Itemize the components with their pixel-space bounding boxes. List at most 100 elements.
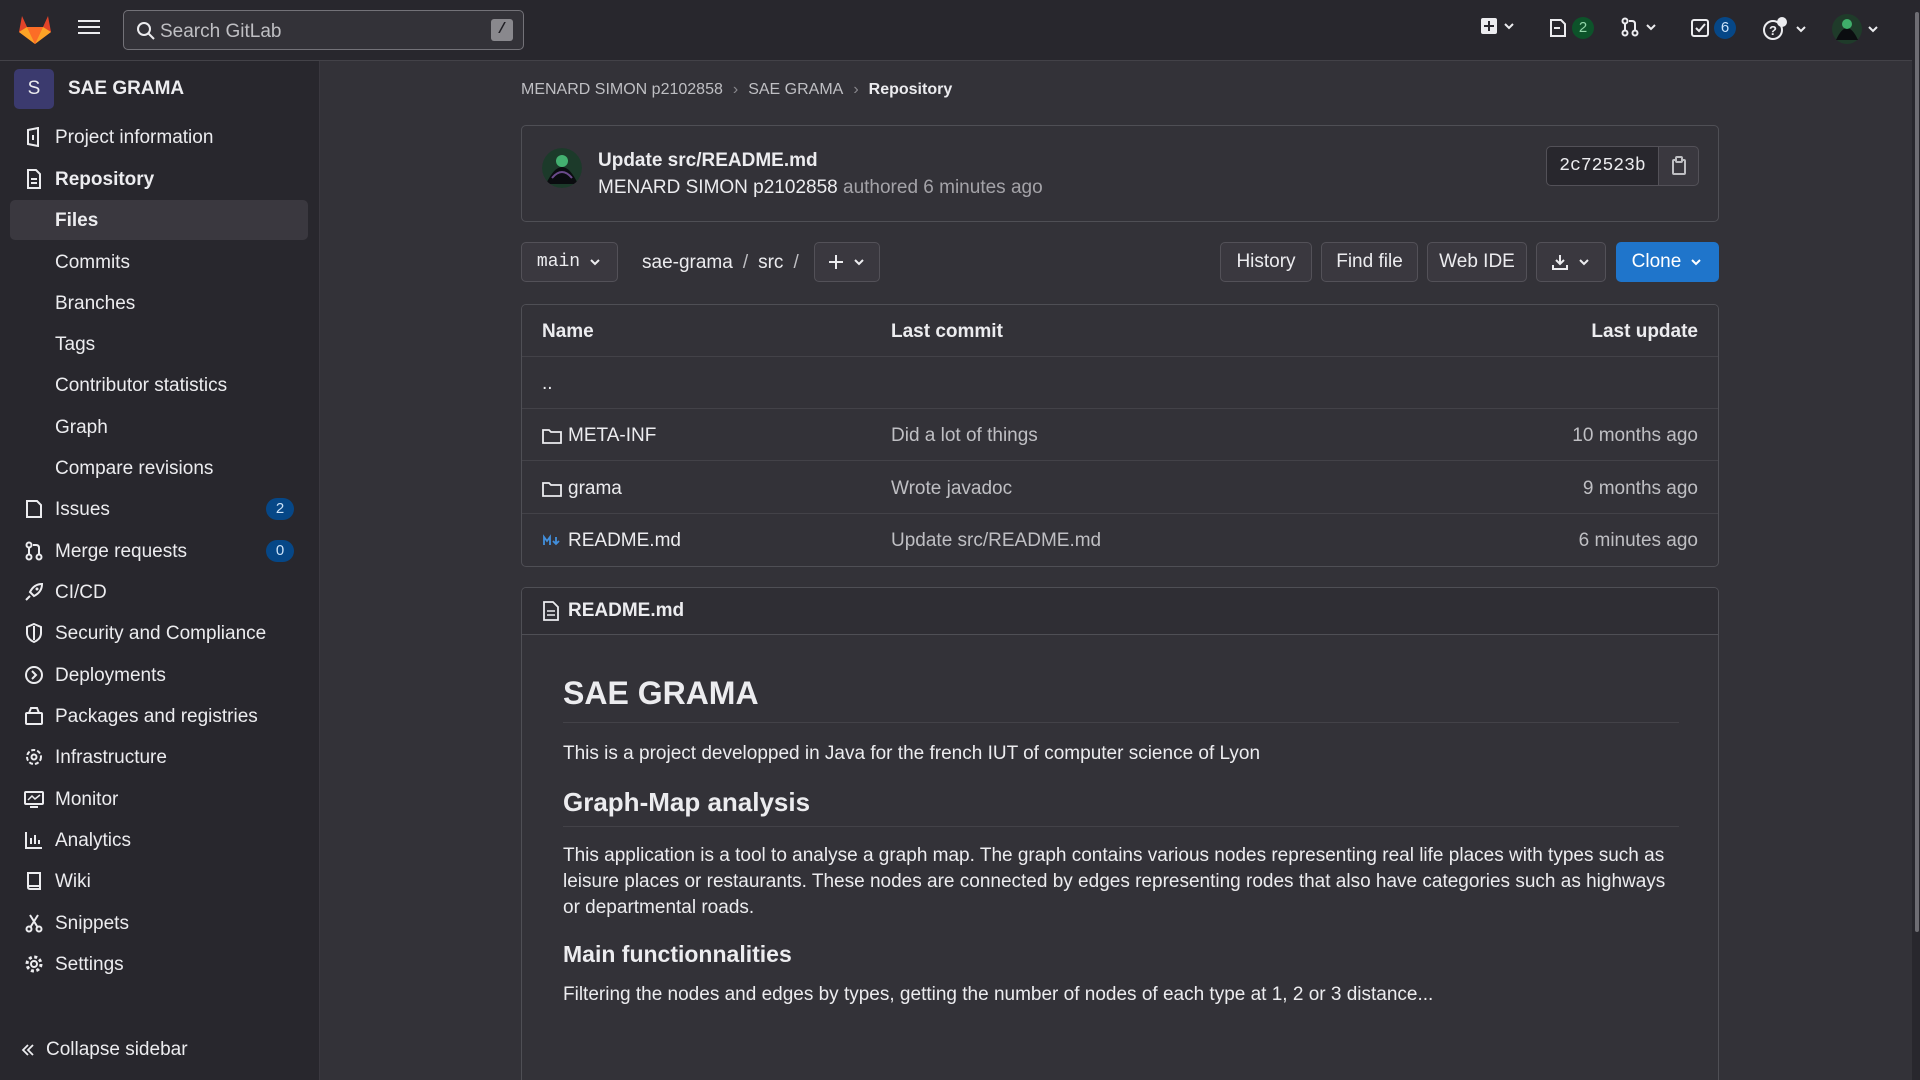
sidebar-item-analytics[interactable]: Analytics — [10, 820, 308, 860]
search-placeholder: Search GitLab — [160, 21, 282, 42]
commit-author-avatar[interactable] — [542, 148, 582, 188]
sidebar-item-tags[interactable]: Tags — [10, 324, 308, 364]
add-to-tree-button[interactable] — [814, 242, 880, 282]
file-name[interactable]: README.md — [568, 530, 681, 552]
commit-sha[interactable]: 2c72523b — [1546, 146, 1659, 186]
menu-icon[interactable] — [78, 17, 100, 37]
table-row[interactable]: README.md Update src/README.md 6 minutes… — [522, 514, 1718, 566]
commit-message-cell[interactable]: Wrote javadoc — [891, 478, 1012, 500]
sidebar-item-graph[interactable]: Graph — [10, 407, 308, 447]
readme-header: README.md — [522, 588, 1718, 635]
double-chevron-left-icon — [20, 1042, 36, 1058]
todos-count-badge: 6 — [1714, 17, 1736, 39]
commit-message-cell[interactable]: Did a lot of things — [891, 425, 1038, 447]
table-row-parent-directory[interactable]: .. — [522, 357, 1718, 409]
find-file-button[interactable]: Find file — [1321, 242, 1418, 282]
issues-count-badge: 2 — [266, 498, 294, 520]
readme-heading-1: SAE GRAMA — [563, 675, 1679, 723]
todos-button[interactable]: 6 — [1690, 17, 1736, 39]
chevron-down-icon — [588, 255, 602, 269]
readme-title[interactable]: README.md — [542, 600, 684, 622]
path-segment-src[interactable]: src — [758, 252, 783, 274]
copy-sha-button[interactable] — [1659, 146, 1699, 186]
book-icon — [24, 871, 44, 891]
sidebar-item-wiki[interactable]: Wiki — [10, 861, 308, 901]
sidebar-project-header[interactable]: S SAE GRAMA — [14, 69, 184, 109]
file-name[interactable]: META-INF — [568, 425, 656, 447]
sidebar-item-issues[interactable]: Issues 2 — [10, 489, 308, 529]
markdown-icon — [542, 532, 562, 550]
collapse-sidebar-button[interactable]: Collapse sidebar — [20, 1039, 188, 1061]
sidebar-item-label: Analytics — [55, 830, 132, 851]
chevron-down-icon — [1644, 20, 1658, 34]
clone-button-label: Clone — [1631, 251, 1682, 272]
last-update-cell: 9 months ago — [1582, 478, 1698, 499]
sidebar-item-settings[interactable]: Settings — [10, 944, 308, 984]
sidebar-item-label: Project information — [55, 127, 214, 148]
breadcrumb-item-current[interactable]: Repository — [869, 81, 953, 99]
sidebar-item-merge-requests[interactable]: Merge requests 0 — [10, 531, 308, 571]
gitlab-logo-icon[interactable] — [18, 13, 52, 45]
chevron-right-icon: › — [732, 81, 739, 98]
page-scrollbar[interactable] — [1912, 0, 1920, 1080]
search-input[interactable]: Search GitLab / — [123, 10, 524, 50]
sidebar-item-compare-revisions[interactable]: Compare revisions — [10, 448, 308, 488]
commit-sha-group: 2c72523b — [1546, 146, 1699, 186]
sidebar-item-repository[interactable]: Repository — [10, 159, 308, 199]
sidebar-item-files[interactable]: Files — [10, 200, 308, 240]
web-ide-button[interactable]: Web IDE — [1427, 242, 1527, 282]
table-header-row: Name Last commit Last update — [522, 305, 1718, 357]
plus-square-icon — [1480, 17, 1498, 35]
sidebar-item-branches[interactable]: Branches — [10, 283, 308, 323]
sidebar-item-packages-and-registries[interactable]: Packages and registries — [10, 696, 308, 736]
scrollbar-thumb[interactable] — [1915, 12, 1919, 932]
table-row[interactable]: grama Wrote javadoc 9 months ago — [522, 462, 1718, 514]
breadcrumb-item-project[interactable]: SAE GRAMA — [748, 81, 843, 99]
file-name-cell[interactable]: README.md — [542, 530, 681, 552]
branch-select[interactable]: main — [521, 242, 618, 282]
merge-request-icon — [24, 541, 44, 561]
sidebar-item-security-and-compliance[interactable]: Security and Compliance — [10, 613, 308, 653]
file-path-breadcrumb: sae-grama / src / — [642, 252, 799, 274]
user-menu-button[interactable] — [1832, 14, 1880, 44]
user-avatar — [1832, 14, 1862, 44]
folder-icon — [542, 480, 562, 498]
sidebar-item-contributor-statistics[interactable]: Contributor statistics — [10, 365, 308, 405]
sidebar-item-snippets[interactable]: Snippets — [10, 903, 308, 943]
sidebar-item-label: Monitor — [55, 789, 119, 810]
chevron-down-icon — [1577, 255, 1591, 269]
create-new-button[interactable] — [1480, 17, 1516, 35]
issues-count-badge: 2 — [1572, 17, 1594, 39]
file-name-cell[interactable]: grama — [542, 478, 622, 500]
parent-directory-link[interactable]: .. — [542, 373, 553, 395]
sidebar-item-commits[interactable]: Commits — [10, 242, 308, 282]
merge-requests-button[interactable] — [1620, 17, 1658, 37]
sidebar-item-label: Graph — [55, 417, 108, 438]
clone-button[interactable]: Clone — [1616, 242, 1719, 282]
file-name-cell[interactable]: META-INF — [542, 425, 656, 447]
commit-author[interactable]: MENARD SIMON p2102858 — [598, 177, 838, 198]
sidebar-item-label: Contributor statistics — [55, 375, 228, 396]
sidebar-item-deployments[interactable]: Deployments — [10, 655, 308, 695]
sidebar-item-project-information[interactable]: Project information — [10, 117, 308, 157]
rocket-icon — [24, 582, 44, 602]
commit-title[interactable]: Update src/README.md — [598, 150, 818, 172]
sidebar-item-label: Security and Compliance — [55, 623, 267, 644]
breadcrumb-item-user[interactable]: MENARD SIMON p2102858 — [521, 81, 723, 99]
path-segment-root[interactable]: sae-grama — [642, 252, 733, 274]
readme-filename: README.md — [568, 600, 685, 621]
issues-button[interactable]: 2 — [1548, 17, 1594, 39]
help-button[interactable]: ? — [1762, 17, 1808, 41]
merge-request-icon — [1620, 17, 1640, 37]
sidebar-item-infrastructure[interactable]: Infrastructure — [10, 737, 308, 777]
history-button[interactable]: History — [1220, 242, 1312, 282]
download-button[interactable] — [1536, 242, 1606, 282]
table-row[interactable]: META-INF Did a lot of things 10 months a… — [522, 409, 1718, 461]
commit-message-cell[interactable]: Update src/README.md — [891, 530, 1101, 552]
file-name[interactable]: grama — [568, 478, 622, 500]
plus-icon — [828, 254, 844, 270]
last-commit-panel: Update src/README.md MENARD SIMON p21028… — [521, 125, 1719, 222]
sidebar-item-monitor[interactable]: Monitor — [10, 779, 308, 819]
sidebar-item-ci-cd[interactable]: CI/CD — [10, 572, 308, 612]
todo-icon — [1690, 18, 1710, 38]
